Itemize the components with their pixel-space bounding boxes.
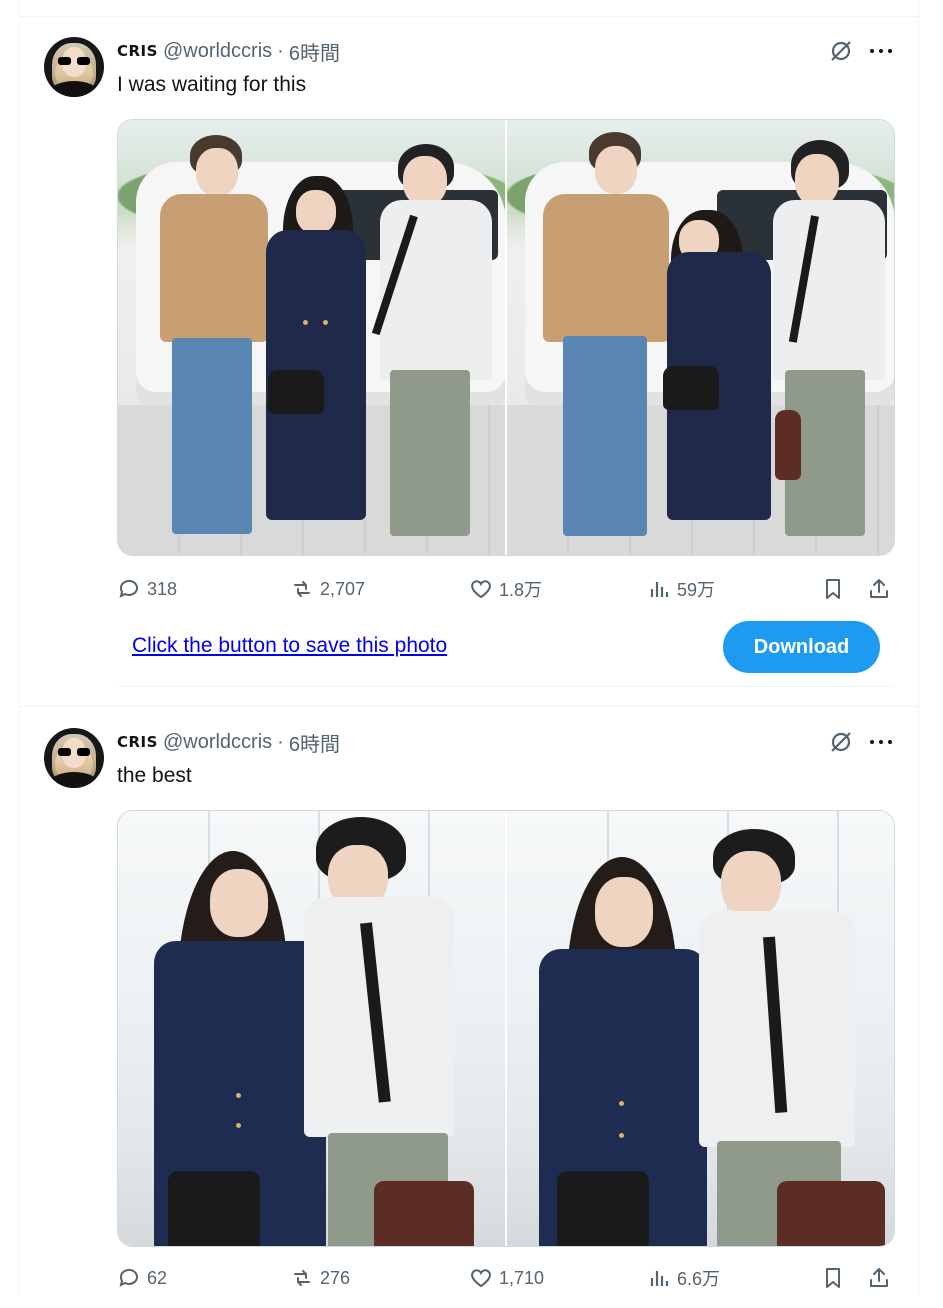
tweet-header: CRIS @worldccris · 6時間 xyxy=(117,37,340,65)
views-button[interactable]: 6.6万 xyxy=(647,1263,720,1293)
avatar[interactable] xyxy=(44,37,104,97)
repost-button[interactable]: 2,707 xyxy=(290,574,365,604)
tweet-photo[interactable] xyxy=(507,811,894,1246)
tweet-actions: 62 276 1,710 6.6万 xyxy=(117,1263,899,1293)
grok-icon[interactable] xyxy=(829,39,853,63)
bookmark-button[interactable] xyxy=(821,1263,845,1293)
like-count: 1,710 xyxy=(499,1267,545,1288)
reply-count: 318 xyxy=(147,578,178,599)
tweet[interactable]: CRIS @worldccris · 6時間 the best 62 276 1… xyxy=(20,708,918,1308)
views-button[interactable]: 59万 xyxy=(647,574,715,604)
more-icon[interactable] xyxy=(868,39,894,63)
tweet-text: I was waiting for this xyxy=(117,73,307,96)
media-grid[interactable] xyxy=(117,119,895,556)
heart-icon xyxy=(471,1269,491,1288)
tweet-actions: 318 2,707 1.8万 59万 xyxy=(117,574,899,604)
timestamp[interactable]: 6時間 xyxy=(289,37,340,66)
download-button[interactable]: Download xyxy=(723,621,880,673)
reply-button[interactable]: 318 xyxy=(117,574,177,604)
reply-icon xyxy=(119,1268,138,1287)
author-name[interactable]: CRIS xyxy=(117,733,158,751)
repost-count: 2,707 xyxy=(320,578,366,599)
media-grid[interactable] xyxy=(117,810,895,1247)
like-count: 1.8万 xyxy=(499,580,543,600)
reply-icon xyxy=(119,579,138,598)
share-button[interactable] xyxy=(867,1263,891,1293)
separator: · xyxy=(277,39,284,62)
more-icon[interactable] xyxy=(868,730,894,754)
tweet-header: CRIS @worldccris · 6時間 xyxy=(117,728,340,756)
like-button[interactable]: 1,710 xyxy=(469,1263,544,1293)
tweet-photo[interactable] xyxy=(118,811,505,1246)
save-photo-link[interactable]: Click the button to save this photo xyxy=(132,634,447,658)
tweet-photo[interactable] xyxy=(118,120,505,555)
reply-count: 62 xyxy=(147,1267,168,1288)
author-handle[interactable]: @worldccris xyxy=(163,731,272,754)
heart-icon xyxy=(471,580,491,599)
repost-count: 276 xyxy=(320,1267,351,1288)
divider xyxy=(117,686,894,687)
timeline: CRIS @worldccris · 6時間 I was waiting for… xyxy=(19,0,919,1296)
share-icon xyxy=(870,1268,888,1287)
repost-icon xyxy=(294,581,310,597)
separator: · xyxy=(277,730,284,753)
bookmark-button[interactable] xyxy=(821,574,845,604)
bookmark-icon xyxy=(826,579,840,599)
tweet[interactable]: CRIS @worldccris · 6時間 I was waiting for… xyxy=(20,17,918,707)
bookmark-icon xyxy=(826,1268,840,1288)
views-count: 59万 xyxy=(677,580,716,600)
reply-button[interactable]: 62 xyxy=(117,1263,167,1293)
tweet-text: the best xyxy=(117,764,192,787)
grok-icon[interactable] xyxy=(829,730,853,754)
avatar[interactable] xyxy=(44,728,104,788)
views-icon xyxy=(650,582,669,597)
repost-icon xyxy=(294,1270,310,1286)
views-count: 6.6万 xyxy=(677,1269,721,1289)
like-button[interactable]: 1.8万 xyxy=(469,574,542,604)
share-icon xyxy=(870,579,888,598)
repost-button[interactable]: 276 xyxy=(290,1263,350,1293)
download-promo: Click the button to save this photo Down… xyxy=(132,621,892,673)
timestamp[interactable]: 6時間 xyxy=(289,728,340,757)
author-handle[interactable]: @worldccris xyxy=(163,40,272,63)
author-name[interactable]: CRIS xyxy=(117,42,158,60)
share-button[interactable] xyxy=(867,574,891,604)
tweet-photo[interactable] xyxy=(507,120,894,555)
views-icon xyxy=(650,1271,669,1286)
